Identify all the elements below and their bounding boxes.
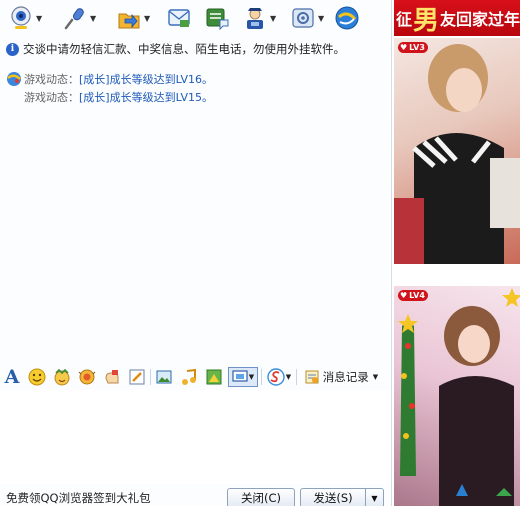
send-button[interactable]: 发送(S) ▼: [300, 488, 384, 506]
browser-promo-link[interactable]: 免费领QQ浏览器签到大礼包: [6, 490, 151, 506]
chevron-down-icon[interactable]: ▼: [36, 14, 44, 23]
game-update-label: 游戏动态：: [24, 73, 79, 86]
send-sms-button[interactable]: [166, 4, 192, 32]
scene-icon: [206, 369, 222, 385]
level-badge: ♥ LV3: [398, 42, 428, 53]
banner-text-prefix: 征: [396, 10, 413, 29]
chevron-down-icon[interactable]: ▼: [249, 373, 254, 381]
level-badge: ♥ LV4: [398, 290, 428, 301]
sogou-icon: [267, 368, 285, 386]
chevron-down-icon[interactable]: ▼: [318, 14, 326, 23]
message-history-button[interactable]: 消息记录 ▼: [300, 367, 382, 387]
font-button[interactable]: A: [3, 367, 21, 387]
shake-button[interactable]: [77, 367, 97, 387]
chat-toolbar: ▼ ▼ ▼ ▼ ▼: [0, 0, 390, 36]
send-options-dropdown[interactable]: ▼: [365, 489, 383, 506]
send-file-icon: [118, 13, 140, 29]
chevron-down-icon[interactable]: ▼: [90, 14, 98, 23]
chevron-down-icon[interactable]: ▼: [270, 14, 278, 23]
info-icon: i: [6, 42, 19, 56]
magic-emoji-icon: [54, 368, 70, 386]
safety-notice: i 交谈中请勿轻信汇款、中奖信息、陌生电话，勿使用外挂软件。: [6, 40, 345, 58]
voice-call-button[interactable]: ▼: [62, 4, 98, 32]
font-icon: A: [4, 366, 20, 388]
app-center-icon: [292, 8, 314, 28]
music-button[interactable]: [179, 367, 199, 387]
chevron-down-icon[interactable]: ▼: [373, 373, 378, 381]
woman-photo-image: [394, 44, 520, 264]
chevron-down-icon[interactable]: ▼: [286, 373, 291, 381]
level-text: LV3: [409, 43, 425, 52]
format-toolbar: A ▼ ▼ 消息记录 ▼: [0, 365, 390, 389]
game-update-label: 游戏动态：: [24, 91, 79, 104]
create-group-button[interactable]: [204, 4, 230, 32]
close-button[interactable]: 关闭(C): [227, 488, 295, 506]
message-input[interactable]: [0, 390, 390, 484]
create-group-icon: [206, 8, 229, 31]
hand-gift-icon: [105, 370, 119, 384]
app-center-button[interactable]: ▼: [290, 4, 326, 32]
send-sms-icon: [168, 9, 190, 27]
ad-sidebar[interactable]: 征 男 友回家过年 ♥ LV3 ♥ LV4: [391, 0, 520, 506]
shake-icon: [78, 369, 96, 385]
emoji-button[interactable]: [27, 367, 47, 387]
video-call-button[interactable]: ▼: [8, 4, 44, 32]
close-button-label: 关闭(C): [240, 491, 281, 505]
gift-button[interactable]: [102, 367, 122, 387]
chat-window: ▼ ▼ ▼ ▼ ▼ i 交谈中请勿轻信汇款、中奖信息、陌生电话，勿使用外挂软件。…: [0, 0, 390, 506]
chevron-down-icon[interactable]: ▼: [144, 14, 152, 23]
woman-photo-image: [394, 286, 520, 506]
music-note-icon: [182, 368, 196, 385]
smiley-icon: [28, 368, 46, 386]
bottom-bar: 免费领QQ浏览器签到大礼包 关闭(C) 发送(S) ▼: [0, 486, 390, 506]
game-update-row: 游戏动态： [成长]成长等级达到LV16。: [6, 70, 213, 88]
game-update-link[interactable]: [成长]成长等级达到LV16。: [79, 71, 213, 87]
screenshot-icon: [232, 370, 248, 382]
sogou-input-button[interactable]: ▼: [265, 367, 293, 387]
game-update-row: 游戏动态： [成长]成长等级达到LV15。: [6, 88, 213, 106]
message-history-label: 消息记录: [322, 370, 369, 384]
banner-text-suffix: 友回家过年: [440, 10, 520, 29]
send-file-button[interactable]: ▼: [116, 4, 152, 32]
scribble-button[interactable]: [127, 367, 147, 387]
toolbar-divider: [261, 369, 262, 385]
banner-text-emphasis: 男: [413, 5, 440, 36]
ad-photo[interactable]: ♥ LV4: [394, 286, 520, 506]
qq-game-icon: [7, 72, 21, 86]
safety-notice-text: 交谈中请勿轻信汇款、中奖信息、陌生电话，勿使用外挂软件。: [23, 42, 345, 56]
image-icon: [156, 370, 172, 384]
ad-banner[interactable]: 征 男 友回家过年: [394, 0, 520, 36]
level-text: LV4: [409, 291, 425, 300]
history-icon: [305, 370, 319, 384]
heart-icon: ♥: [400, 291, 408, 300]
ad-photo[interactable]: ♥ LV3: [394, 38, 520, 264]
send-image-button[interactable]: [154, 367, 174, 387]
heart-icon: ♥: [400, 43, 408, 52]
toolbar-divider: [296, 369, 297, 385]
scene-button[interactable]: [204, 367, 224, 387]
voice-call-icon: [64, 8, 84, 30]
remote-assist-button[interactable]: ▼: [242, 4, 278, 32]
qq-game-icon: [335, 6, 359, 30]
toolbar-divider: [150, 369, 151, 385]
send-button-label: 发送(S): [313, 491, 353, 505]
pen-board-icon: [129, 369, 145, 385]
video-call-icon: [11, 6, 31, 29]
remote-assist-icon: [247, 8, 263, 29]
screenshot-button[interactable]: ▼: [228, 367, 258, 387]
qq-game-button[interactable]: [334, 4, 360, 32]
magic-emoji-button[interactable]: [52, 367, 72, 387]
game-update-link[interactable]: [成长]成长等级达到LV15。: [79, 89, 213, 105]
